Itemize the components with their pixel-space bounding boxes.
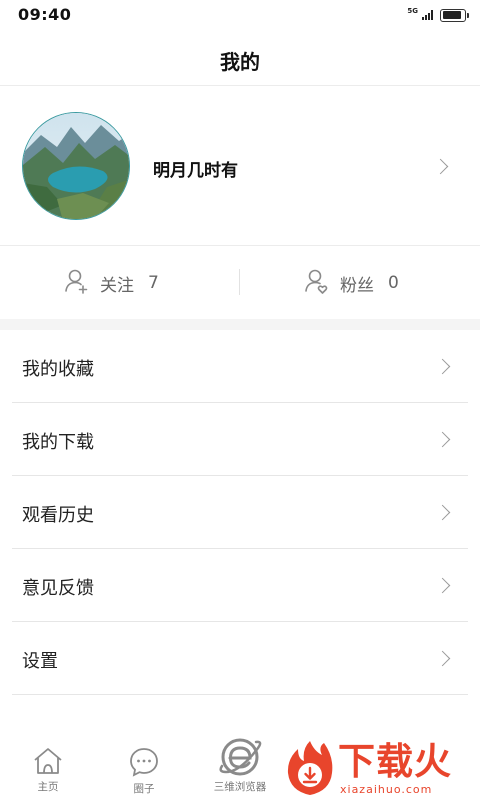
watermark: 下载火 xiazaihuo.com bbox=[280, 737, 480, 800]
menu-item-favorites[interactable]: 我的收藏 bbox=[12, 330, 468, 403]
status-bar: 09:40 5G bbox=[0, 0, 480, 32]
following-stat[interactable]: 关注 7 bbox=[64, 247, 159, 319]
chat-bubble-icon bbox=[128, 746, 160, 778]
following-count: 7 bbox=[148, 273, 159, 293]
menu-item-history[interactable]: 观看历史 bbox=[12, 476, 468, 549]
menu-item-label: 设置 bbox=[22, 651, 58, 672]
chevron-right-icon bbox=[434, 431, 451, 448]
menu-item-settings[interactable]: 设置 bbox=[12, 622, 468, 695]
chevron-right-icon bbox=[434, 650, 451, 667]
status-time: 09:40 bbox=[18, 5, 72, 24]
chevron-right-icon bbox=[434, 358, 451, 375]
fans-count: 0 bbox=[388, 273, 399, 293]
network-type-label: 5G bbox=[407, 7, 418, 15]
menu-item-label: 观看历史 bbox=[22, 505, 94, 526]
following-label: 关注 bbox=[100, 275, 134, 296]
profile-card[interactable]: 明月几时有 bbox=[0, 86, 480, 246]
page-title: 我的 bbox=[220, 50, 260, 74]
tab-3d-browser[interactable]: 三维浏览器 bbox=[205, 736, 275, 800]
fans-label: 粉丝 bbox=[340, 275, 374, 296]
stats-divider bbox=[239, 269, 240, 295]
username: 明月几时有 bbox=[153, 161, 238, 181]
watermark-site: xiazaihuo.com bbox=[340, 783, 433, 796]
tab-circle[interactable]: 圈子 bbox=[109, 736, 179, 800]
browser-e-icon bbox=[216, 736, 264, 778]
landscape-avatar-icon[interactable] bbox=[22, 112, 130, 220]
watermark-text: 下载火 bbox=[338, 740, 452, 783]
section-divider bbox=[0, 319, 480, 330]
battery-icon bbox=[440, 8, 469, 22]
menu-item-feedback[interactable]: 意见反馈 bbox=[12, 549, 468, 622]
menu-item-downloads[interactable]: 我的下载 bbox=[12, 403, 468, 476]
flame-logo-icon bbox=[284, 739, 336, 797]
home-icon bbox=[32, 746, 64, 776]
tab-label: 圈子 bbox=[133, 783, 155, 795]
chevron-right-icon bbox=[434, 577, 451, 594]
signal-icon bbox=[422, 10, 433, 20]
menu-item-label: 意见反馈 bbox=[22, 578, 94, 599]
user-heart-icon bbox=[304, 268, 328, 298]
menu-item-label: 我的下载 bbox=[22, 432, 94, 453]
stats-row: 关注 7 粉丝 0 bbox=[0, 247, 480, 319]
status-icons: 5G bbox=[407, 6, 469, 24]
nav-bar: 我的 bbox=[0, 32, 480, 86]
tab-label: 主页 bbox=[37, 781, 59, 793]
tab-home[interactable]: 主页 bbox=[13, 736, 83, 800]
menu-list: 我的收藏 我的下载 观看历史 意见反馈 设置 bbox=[0, 330, 480, 695]
fans-stat[interactable]: 粉丝 0 bbox=[304, 247, 399, 319]
chevron-right-icon bbox=[434, 504, 451, 521]
tab-label: 三维浏览器 bbox=[213, 781, 267, 793]
battery-fill bbox=[442, 11, 462, 19]
chevron-right-icon[interactable] bbox=[432, 158, 449, 175]
user-add-icon bbox=[64, 268, 88, 298]
menu-item-label: 我的收藏 bbox=[22, 359, 94, 380]
